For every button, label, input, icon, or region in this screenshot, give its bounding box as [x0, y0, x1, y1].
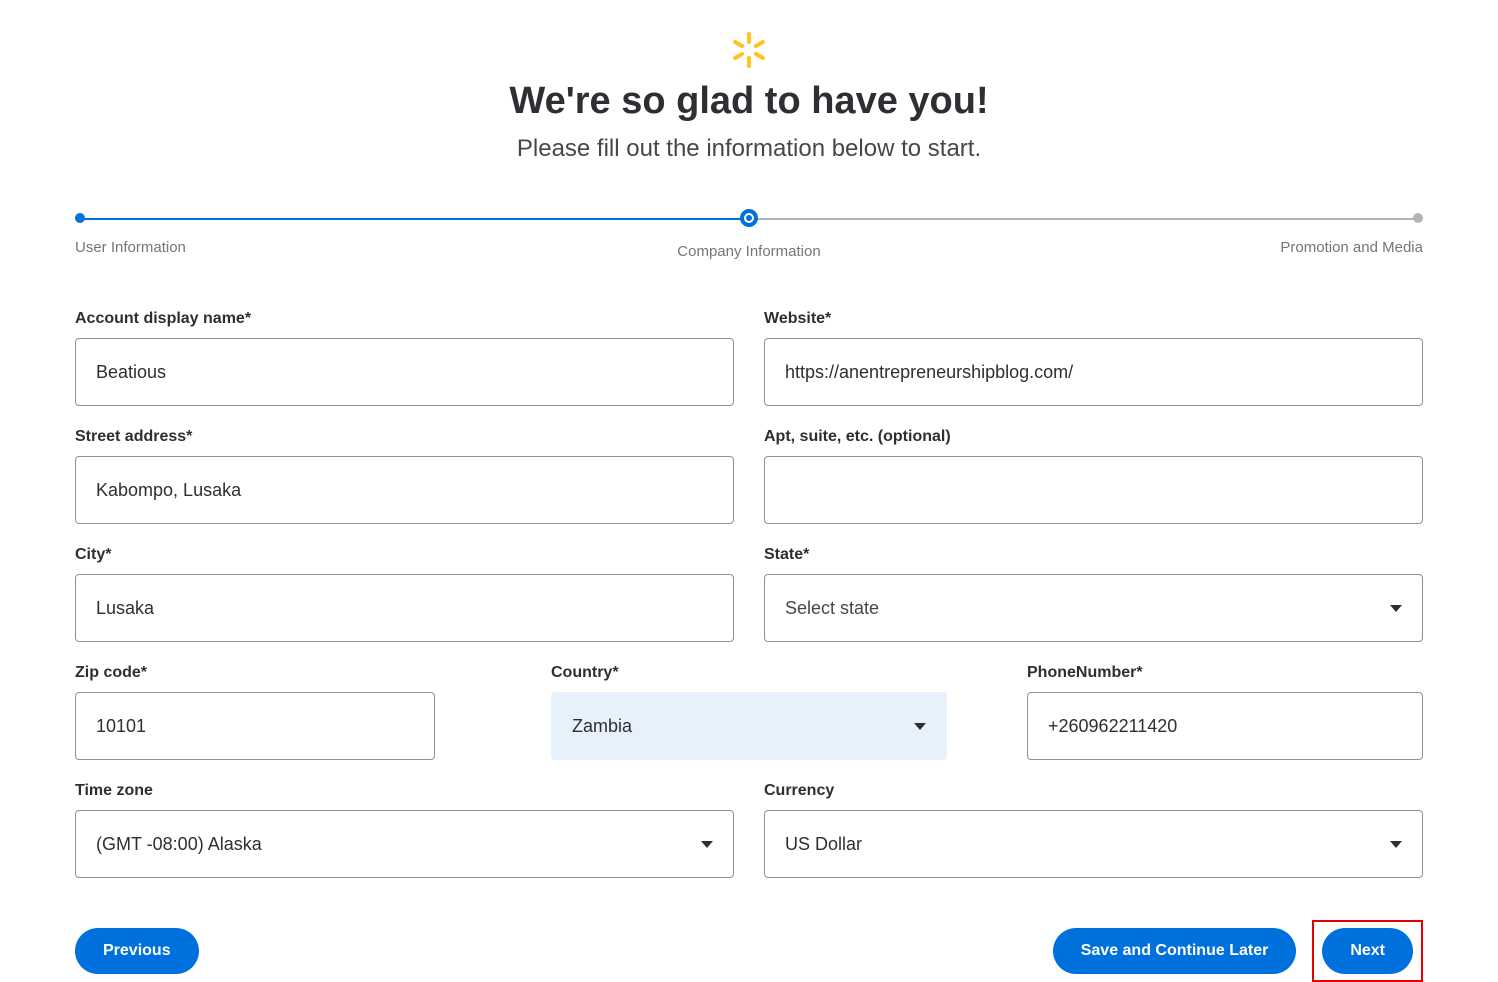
account-display-name-input[interactable]: [75, 338, 734, 406]
currency-label: Currency: [764, 782, 1423, 800]
previous-button[interactable]: Previous: [75, 928, 199, 974]
chevron-down-icon: [1390, 605, 1402, 612]
chevron-down-icon: [701, 841, 713, 848]
currency-select-value: US Dollar: [785, 834, 862, 855]
phone-input[interactable]: [1027, 692, 1423, 760]
timezone-select-value: (GMT -08:00) Alaska: [96, 834, 262, 855]
zip-input[interactable]: [75, 692, 435, 760]
website-label: Website*: [764, 310, 1423, 328]
chevron-down-icon: [914, 723, 926, 730]
step-dot-company-info: [740, 209, 758, 227]
step-dot-user-info: [75, 213, 85, 223]
state-select[interactable]: Select state: [764, 574, 1423, 642]
account-display-name-label: Account display name*: [75, 310, 734, 328]
city-label: City*: [75, 546, 734, 564]
street-address-label: Street address*: [75, 428, 734, 446]
country-select-value: Zambia: [572, 716, 632, 737]
zip-label: Zip code*: [75, 664, 471, 682]
step-dot-promotion-media: [1413, 213, 1423, 223]
timezone-select[interactable]: (GMT -08:00) Alaska: [75, 810, 734, 878]
step-label-company-info: Company Information: [524, 243, 973, 260]
phone-label: PhoneNumber*: [1027, 664, 1423, 682]
chevron-down-icon: [1390, 841, 1402, 848]
walmart-spark-icon: [729, 30, 769, 70]
apt-input[interactable]: [764, 456, 1423, 524]
timezone-label: Time zone: [75, 782, 734, 800]
city-input[interactable]: [75, 574, 734, 642]
country-label: Country*: [551, 664, 947, 682]
street-address-input[interactable]: [75, 456, 734, 524]
currency-select[interactable]: US Dollar: [764, 810, 1423, 878]
step-label-user-info: User Information: [75, 239, 524, 256]
state-select-value: Select state: [785, 598, 879, 619]
save-continue-later-button[interactable]: Save and Continue Later: [1053, 928, 1297, 974]
country-select[interactable]: Zambia: [551, 692, 947, 760]
progress-stepper: User Information Company Information Pro…: [75, 213, 1423, 260]
page-title: We're so glad to have you!: [75, 80, 1423, 123]
state-label: State*: [764, 546, 1423, 564]
website-input[interactable]: [764, 338, 1423, 406]
page-subtitle: Please fill out the information below to…: [75, 135, 1423, 163]
step-label-promotion-media: Promotion and Media: [974, 239, 1423, 256]
next-button[interactable]: Next: [1322, 928, 1413, 974]
apt-label: Apt, suite, etc. (optional): [764, 428, 1423, 446]
